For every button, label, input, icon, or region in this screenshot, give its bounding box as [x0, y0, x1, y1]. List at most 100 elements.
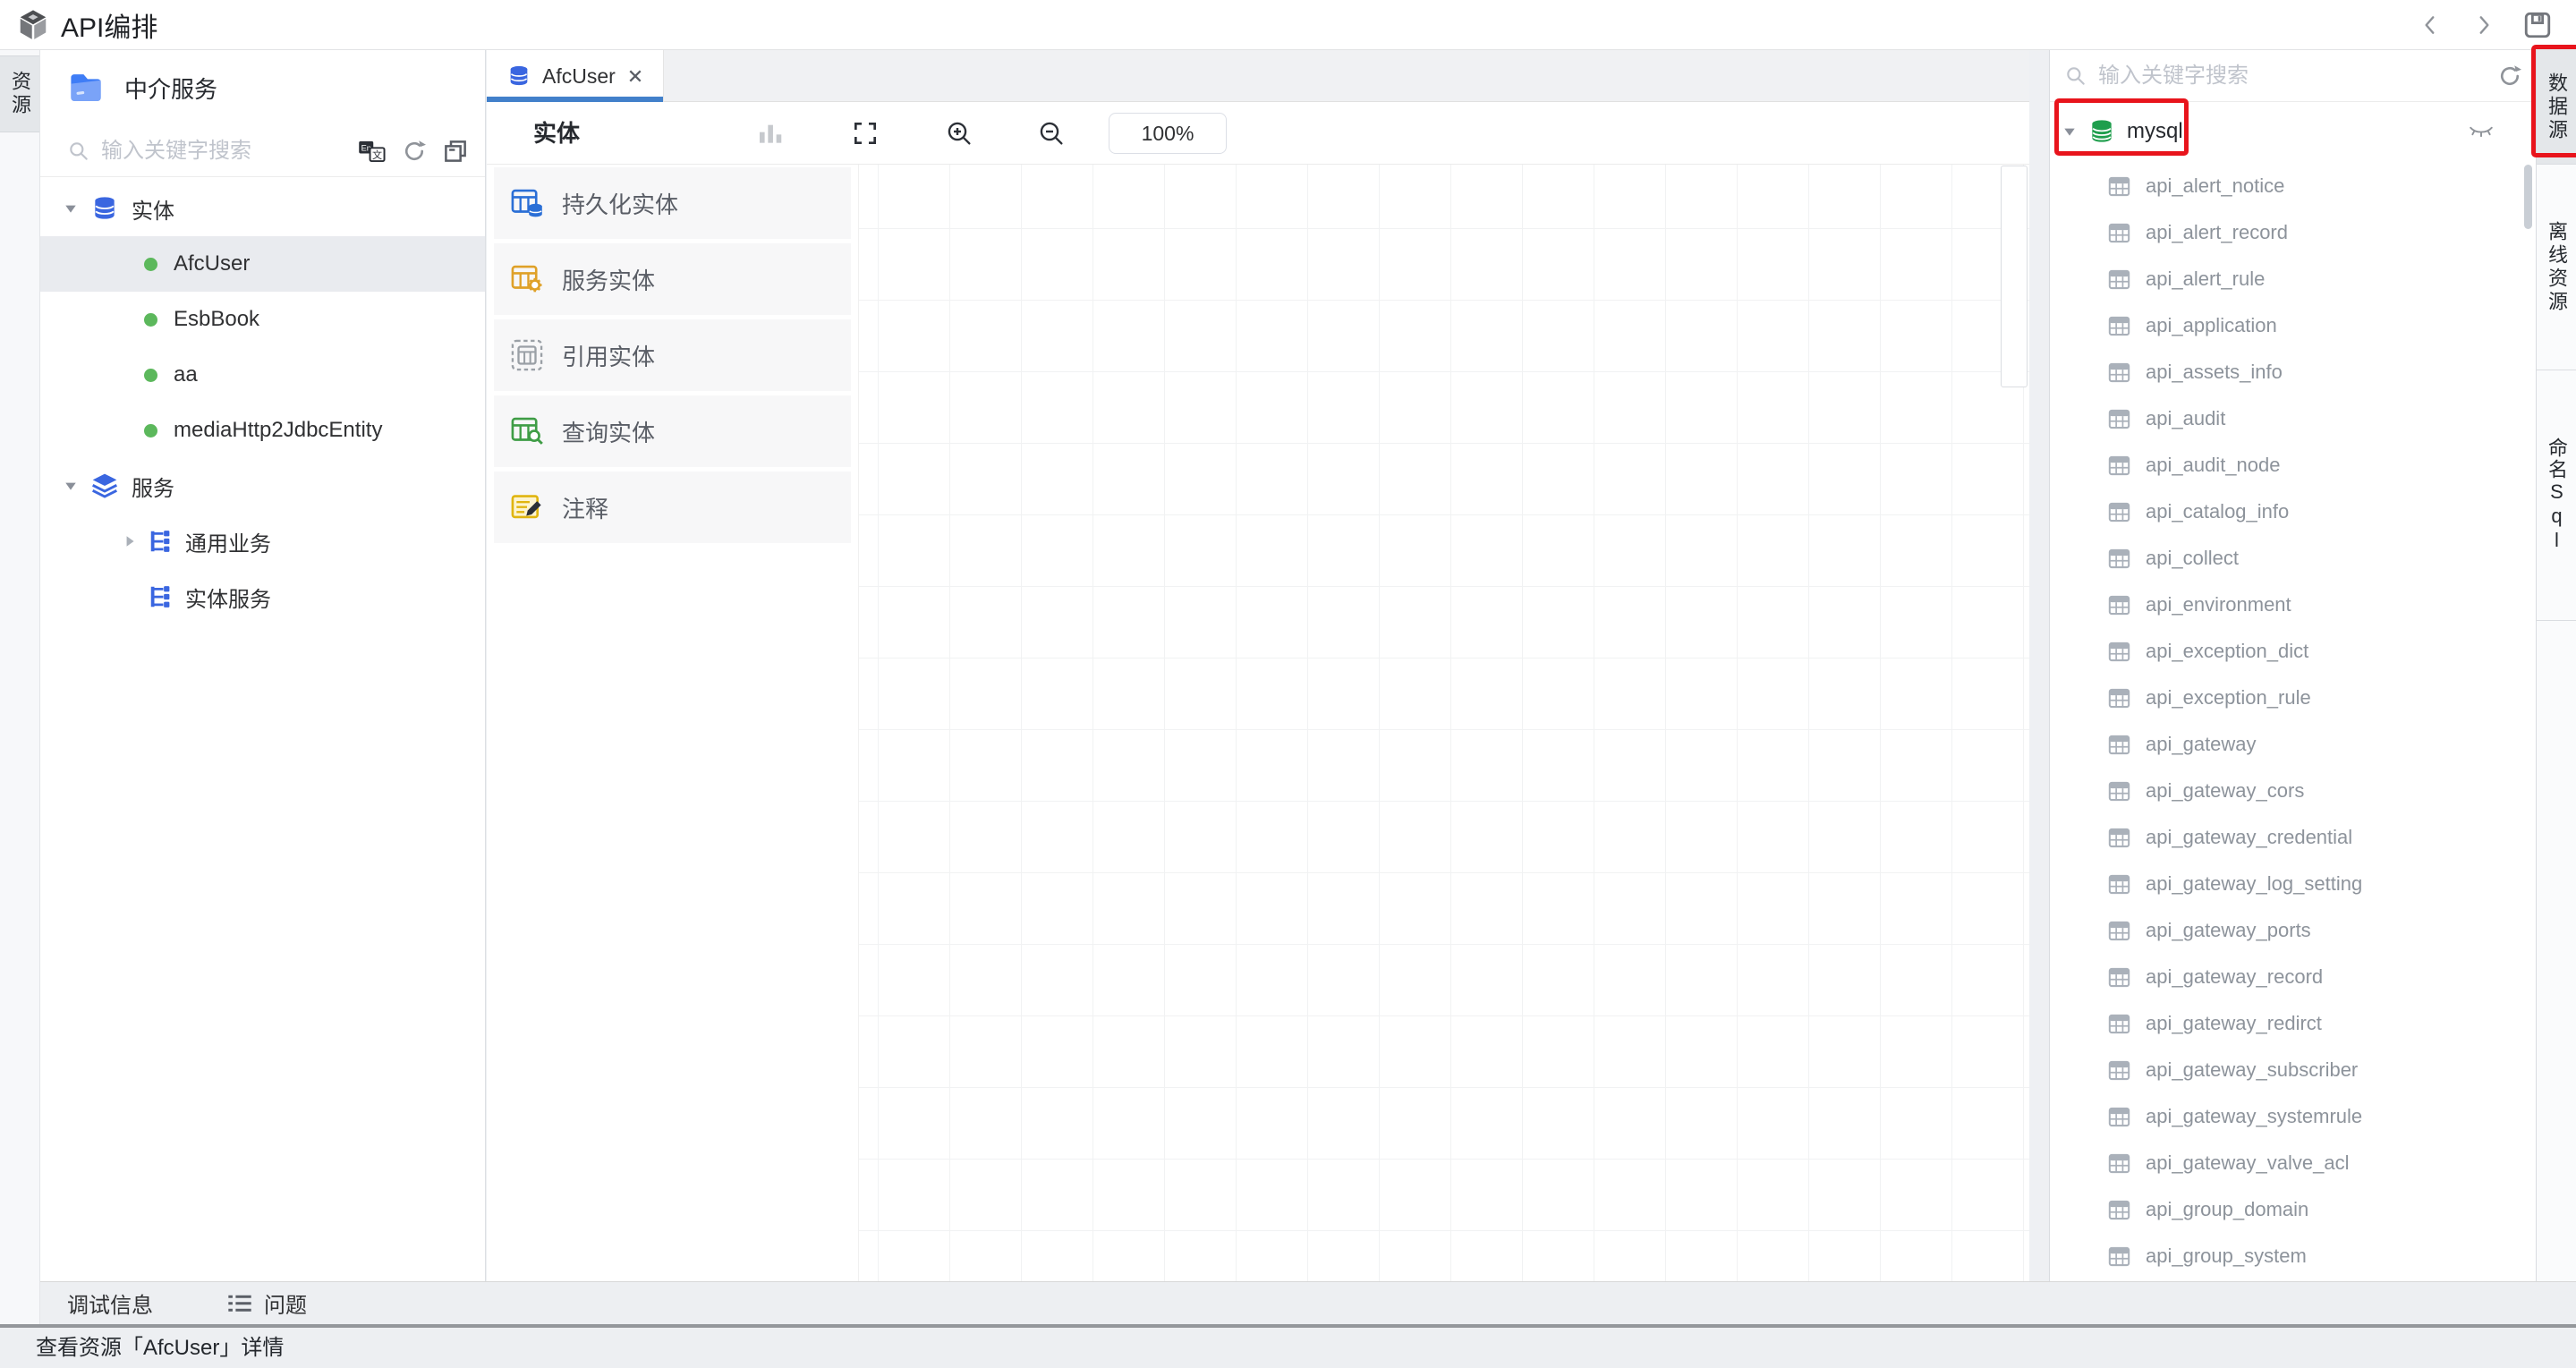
- table-row[interactable]: api_audit: [2050, 395, 2536, 442]
- translate-icon[interactable]: En 文: [358, 138, 387, 165]
- tab-afcuser[interactable]: AfcUser: [487, 50, 664, 102]
- datasource-search-input[interactable]: [2098, 64, 2496, 89]
- database-green-icon: [2087, 117, 2116, 146]
- table-row[interactable]: api_gateway_cors: [2050, 768, 2536, 814]
- table-row[interactable]: api_environment: [2050, 582, 2536, 628]
- fit-screen-icon[interactable]: [851, 119, 880, 148]
- table-name: api_audit_node: [2146, 454, 2280, 477]
- table-row[interactable]: api_alert_record: [2050, 209, 2536, 256]
- table-row[interactable]: api_alert_rule: [2050, 256, 2536, 302]
- table-name: api_exception_rule: [2146, 686, 2311, 709]
- table-row[interactable]: api_exception_rule: [2050, 675, 2536, 721]
- table-row[interactable]: api_application: [2050, 302, 2536, 349]
- zoom-level-display[interactable]: 100%: [1109, 113, 1227, 154]
- chevron-left-icon: [2419, 13, 2442, 37]
- table-row[interactable]: api_assets_info: [2050, 349, 2536, 395]
- table-name: api_collect: [2146, 547, 2239, 570]
- tab-resources[interactable]: 资源: [0, 55, 39, 132]
- table-row[interactable]: api_gateway_ports: [2050, 907, 2536, 954]
- chevron-right-icon: [2472, 13, 2495, 37]
- table-row[interactable]: api_catalog_info: [2050, 489, 2536, 535]
- tree-item-mediahttp2jdbcentity[interactable]: mediaHttp2JdbcEntity: [40, 403, 485, 458]
- forward-button[interactable]: [2469, 10, 2499, 40]
- tree-group-service[interactable]: 服务: [40, 458, 485, 514]
- tree-item-esbbook[interactable]: EsbBook: [40, 292, 485, 347]
- palette-item-query-entity[interactable]: 查询实体: [494, 395, 851, 467]
- sidebar-search-input[interactable]: [101, 139, 358, 164]
- palette-item-service-entity[interactable]: 服务实体: [494, 243, 851, 315]
- tab-datasource[interactable]: 数据源: [2537, 50, 2576, 165]
- statusbar: 查看资源「AfcUser」详情: [0, 1328, 2576, 1368]
- table-row[interactable]: api_collect: [2050, 535, 2536, 582]
- datasource-node-mysql[interactable]: mysql: [2050, 104, 2536, 159]
- caret-right-icon: [123, 534, 137, 548]
- zoom-out-icon[interactable]: [1037, 119, 1066, 148]
- problems-button[interactable]: 问题: [264, 1287, 307, 1319]
- table-icon: [2107, 500, 2131, 524]
- table-dashed-icon: [510, 338, 544, 372]
- tree-item-general-business[interactable]: 通用业务: [40, 514, 485, 569]
- table-name: api_gateway_valve_acl: [2146, 1151, 2350, 1175]
- palette-item-reference-entity[interactable]: 引用实体: [494, 319, 851, 391]
- table-row[interactable]: api_gateway_credential: [2050, 814, 2536, 861]
- bar-chart-icon[interactable]: [756, 119, 785, 148]
- tree-group-entity[interactable]: 实体: [40, 181, 485, 236]
- tree-item-aa[interactable]: aa: [40, 347, 485, 403]
- app-logo-icon: [16, 8, 50, 42]
- table-icon: [2107, 640, 2131, 664]
- table-name: api_assets_info: [2146, 361, 2283, 384]
- save-button[interactable]: [2522, 10, 2553, 40]
- topbar: API编排: [0, 0, 2576, 50]
- canvas-vertical-scrollbar[interactable]: [2001, 166, 2028, 387]
- table-name: api_audit: [2146, 407, 2225, 430]
- collapse-all-icon[interactable]: [442, 138, 469, 165]
- eye-closed-icon[interactable]: [2468, 120, 2495, 143]
- status-text: 查看资源「AfcUser」详情: [36, 1336, 284, 1360]
- table-row[interactable]: api_gateway_log_setting: [2050, 861, 2536, 907]
- tab-offline-resources[interactable]: 离线资源: [2537, 165, 2576, 370]
- table-row[interactable]: api_group_system: [2050, 1233, 2536, 1279]
- right-tool-strip: 数据源 离线资源 命名Sql: [2536, 50, 2576, 1324]
- table-row[interactable]: api_gateway_redirct: [2050, 1000, 2536, 1047]
- tree-item-afcuser[interactable]: AfcUser: [40, 236, 485, 292]
- palette-item-annotation[interactable]: 注释: [494, 472, 851, 543]
- panel-scrollbar[interactable]: [2524, 165, 2532, 229]
- tree-item-label: mediaHttp2JdbcEntity: [174, 418, 382, 443]
- debug-info-button[interactable]: 调试信息: [67, 1287, 153, 1319]
- tree-item-entity-service[interactable]: 实体服务: [40, 569, 485, 625]
- palette-item-persistent-entity[interactable]: 持久化实体: [494, 167, 851, 239]
- table-row[interactable]: api_audit_node: [2050, 442, 2536, 489]
- refresh-icon[interactable]: [401, 138, 428, 165]
- table-icon: [2107, 1105, 2131, 1129]
- tree-item-label: EsbBook: [174, 307, 259, 332]
- table-row[interactable]: api_exception_dict: [2050, 628, 2536, 675]
- table-icon: [2107, 221, 2131, 245]
- status-dot-icon: [144, 369, 157, 382]
- table-name: api_gateway_ports: [2146, 919, 2311, 942]
- table-row[interactable]: api_gateway_record: [2050, 954, 2536, 1000]
- save-icon: [2522, 10, 2553, 40]
- refresh-icon[interactable]: [2496, 63, 2523, 89]
- back-button[interactable]: [2415, 10, 2445, 40]
- table-name: api_gateway_systemrule: [2146, 1105, 2362, 1128]
- table-database-icon: [510, 186, 544, 220]
- table-icon: [2107, 593, 2131, 617]
- tab-named-sql[interactable]: 命名Sql: [2537, 370, 2576, 621]
- canvas-toolbar: 实体 100%: [487, 102, 2029, 165]
- tree-item-label: aa: [174, 362, 198, 387]
- zoom-in-icon[interactable]: [945, 119, 973, 148]
- table-icon: [2107, 1198, 2131, 1222]
- table-row[interactable]: api_alert_notice: [2050, 163, 2536, 209]
- table-row[interactable]: api_gateway_subscriber: [2050, 1047, 2536, 1093]
- table-row[interactable]: api_gateway_systemrule: [2050, 1093, 2536, 1140]
- table-row[interactable]: api_group_domain: [2050, 1186, 2536, 1233]
- status-dot-icon: [144, 313, 157, 327]
- tree-item-label: AfcUser: [174, 251, 250, 276]
- table-search-icon: [510, 414, 544, 448]
- table-row[interactable]: api_gateway: [2050, 721, 2536, 768]
- palette-item-label: 注释: [562, 491, 608, 524]
- table-row[interactable]: api_gateway_valve_acl: [2050, 1140, 2536, 1186]
- folder-icon: [67, 69, 105, 106]
- table-name: api_alert_notice: [2146, 174, 2284, 198]
- close-icon[interactable]: [626, 67, 644, 85]
